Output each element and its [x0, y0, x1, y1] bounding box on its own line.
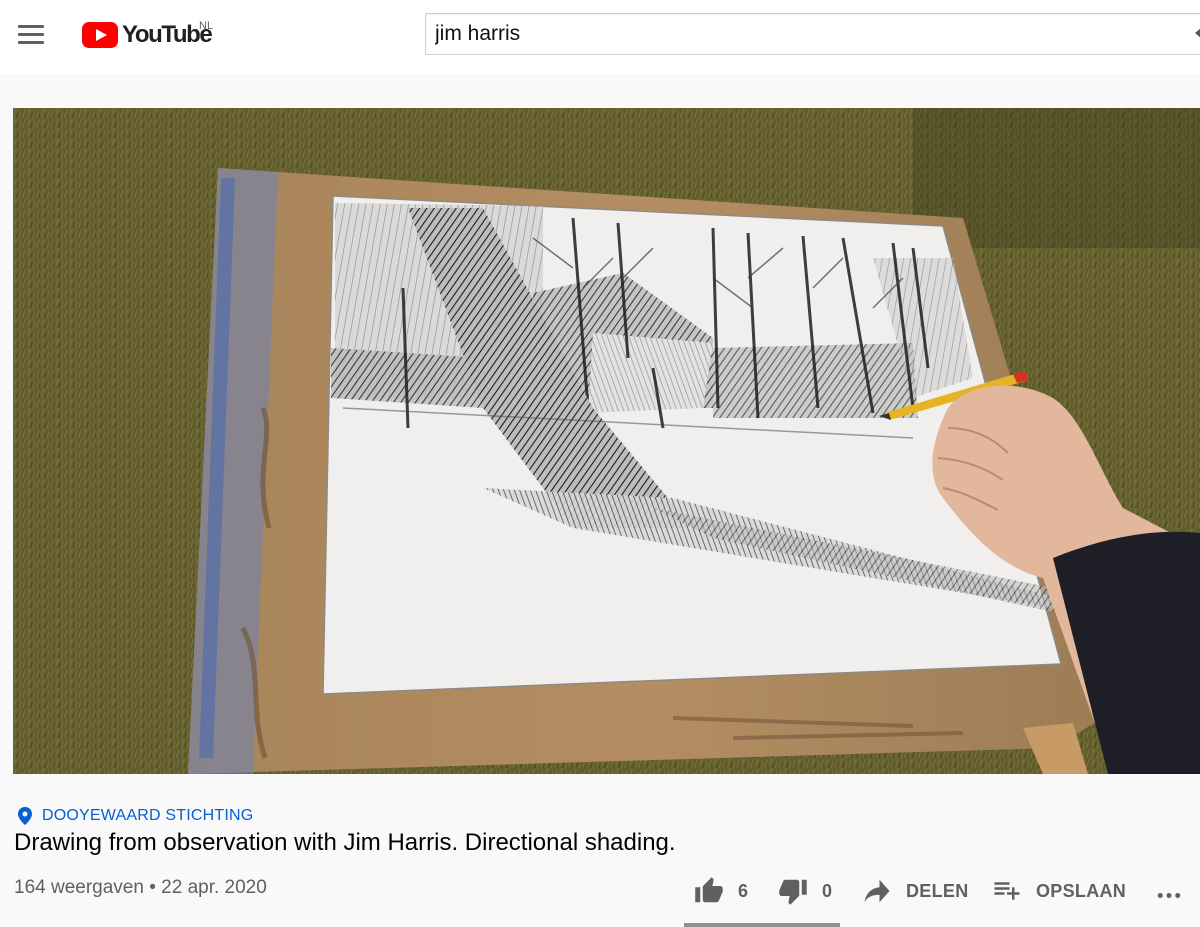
location-row[interactable]: DOOYEWAARD STICHTING	[18, 806, 253, 826]
like-button[interactable]: 6	[694, 876, 748, 906]
search-scroll-icon	[1195, 28, 1200, 38]
search-input[interactable]	[425, 13, 1200, 55]
like-count: 6	[738, 880, 749, 901]
youtube-logo[interactable]: YouTube	[82, 20, 213, 50]
dislike-button[interactable]: 0	[778, 876, 832, 906]
more-actions-button[interactable]	[1154, 878, 1184, 908]
location-pin-icon	[18, 807, 32, 825]
dislike-count: 0	[822, 880, 833, 901]
sentiment-bar	[684, 923, 840, 927]
logo-text: YouTube	[122, 21, 213, 48]
share-label: DELEN	[906, 880, 969, 901]
save-label: OPSLAAN	[1036, 880, 1127, 901]
youtube-logo-icon	[82, 22, 118, 48]
more-icon	[1157, 893, 1181, 898]
share-button[interactable]: DELEN	[862, 876, 969, 906]
video-player[interactable]	[13, 108, 1200, 774]
region-code: NL	[199, 20, 214, 32]
meta-separator: •	[149, 877, 156, 898]
location-link[interactable]: DOOYEWAARD STICHTING	[42, 807, 253, 825]
video-frame	[13, 108, 1200, 774]
menu-icon[interactable]	[18, 25, 44, 45]
thumbs-up-icon	[695, 877, 723, 903]
video-title: Drawing from observation with Jim Harris…	[14, 829, 676, 856]
playlist-add-icon	[994, 882, 1020, 900]
thumbs-down-icon	[779, 879, 807, 905]
upload-date: 22 apr. 2020	[161, 877, 267, 898]
view-count: 164 weergaven	[14, 877, 144, 898]
share-icon	[864, 879, 890, 903]
save-button[interactable]: OPSLAAN	[992, 876, 1126, 906]
video-meta: 164 weergaven • 22 apr. 2020	[14, 877, 267, 899]
